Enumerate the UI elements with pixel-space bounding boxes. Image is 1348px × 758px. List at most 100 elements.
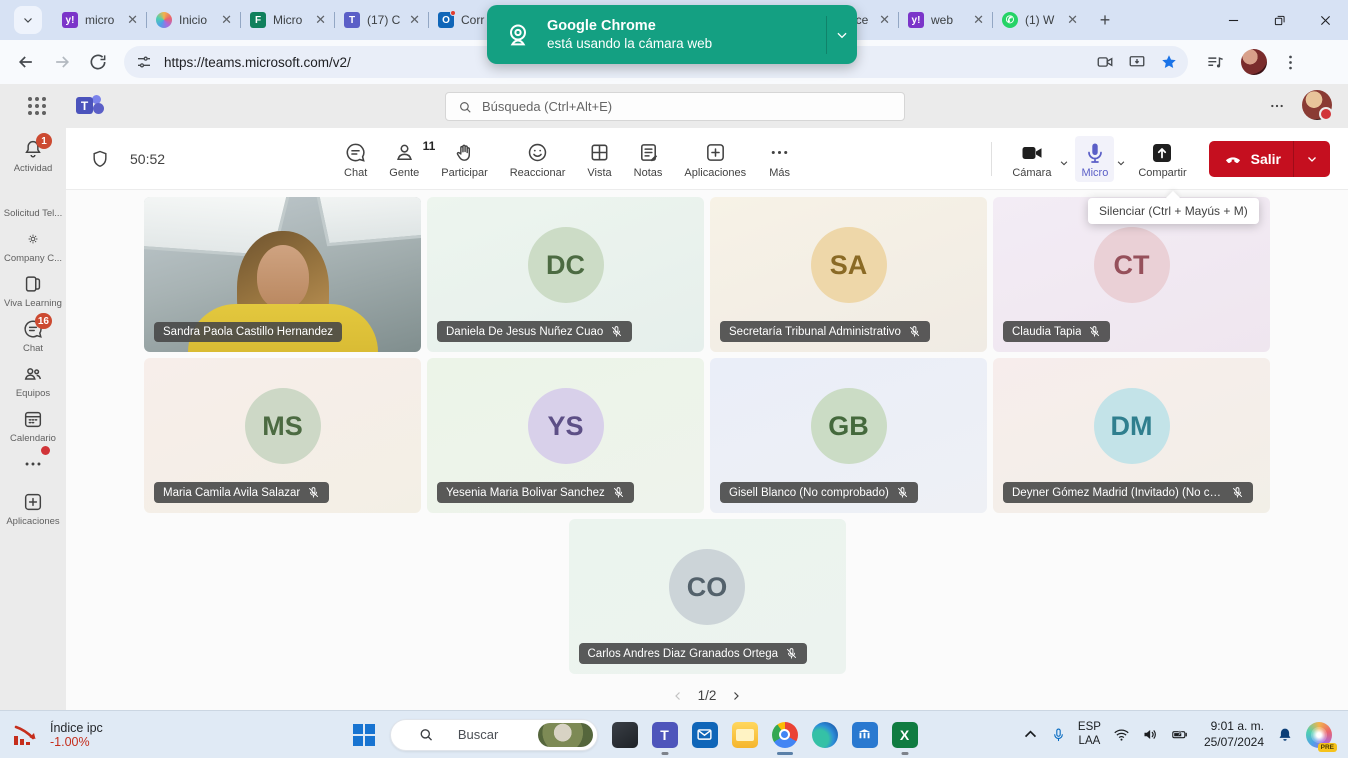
mic-button[interactable]: Micro	[1075, 136, 1114, 182]
sidebar-item-aplicaciones[interactable]: Aplicaciones	[0, 491, 66, 527]
participant-tile[interactable]: SASecretaría Tribunal Administrativo	[710, 197, 987, 352]
forward-icon[interactable]	[52, 52, 72, 72]
browser-menu-icon[interactable]	[1281, 53, 1300, 72]
gente-button[interactable]: 11Gente	[380, 135, 428, 183]
security-shield-icon[interactable]	[90, 149, 110, 169]
bookmark-star-icon[interactable]	[1160, 53, 1178, 71]
browser-profile-avatar[interactable]	[1241, 49, 1267, 75]
browser-tab[interactable]: ✆(1) W✕	[992, 3, 1086, 37]
sidebar-item-viva-learning[interactable]: Viva Learning	[0, 273, 66, 309]
participant-tile[interactable]: DCDaniela De Jesus Nuñez Cuao	[427, 197, 704, 352]
excel-taskbar-icon[interactable]: X	[891, 721, 918, 748]
sidebar-item-actividad[interactable]: 1Actividad	[0, 138, 66, 174]
participant-tile[interactable]: GBGisell Blanco (No comprobado)	[710, 358, 987, 513]
tab-search-button[interactable]	[14, 6, 42, 34]
participant-tile[interactable]: YSYesenia Maria Bolivar Sanchez	[427, 358, 704, 513]
notas-button[interactable]: Notas	[625, 135, 672, 183]
copilot-icon[interactable]: PRE	[1306, 722, 1332, 748]
teams-more-icon[interactable]	[1268, 98, 1286, 114]
teams-app-taskbar-icon[interactable]: T	[651, 721, 678, 748]
notification-message: está usando la cámara web	[547, 36, 826, 51]
participant-tile[interactable]: MSMaria Camila Avila Salazar	[144, 358, 421, 513]
tab-close-icon[interactable]: ✕	[971, 12, 986, 28]
edge-taskbar-icon[interactable]	[811, 721, 838, 748]
sidebar-item-company-c-[interactable]: Company C...	[0, 228, 66, 264]
battery-icon[interactable]	[1171, 726, 1188, 743]
window-close-button[interactable]	[1302, 0, 1348, 40]
leave-label: Salir	[1251, 151, 1281, 167]
clock[interactable]: 9:01 a. m. 25/07/2024	[1204, 719, 1264, 750]
reload-icon[interactable]	[88, 52, 108, 72]
outlook-app-taskbar-icon[interactable]	[691, 721, 718, 748]
browser-tab[interactable]: y!micro✕	[52, 3, 146, 37]
participar-button[interactable]: Participar	[432, 135, 496, 183]
sidebar-item-chat[interactable]: 16Chat	[0, 318, 66, 354]
mic-off-icon	[1088, 325, 1101, 338]
camera-options-icon[interactable]	[1059, 158, 1069, 168]
aplicaciones-button[interactable]: Aplicaciones	[675, 135, 755, 183]
notification-expand-button[interactable]	[827, 5, 857, 64]
search-highlight-image[interactable]	[538, 723, 593, 747]
sidebar-item-solicitud-tel-[interactable]: Solicitud Tel...	[0, 183, 66, 219]
mic-icon	[1083, 141, 1107, 165]
teams-search-input[interactable]: Búsqueda (Ctrl+Alt+E)	[445, 92, 905, 121]
reaccionar-button[interactable]: Reaccionar	[501, 135, 575, 183]
window-restore-button[interactable]	[1256, 0, 1302, 40]
folder-taskbar-icon[interactable]	[731, 721, 758, 748]
tab-close-icon[interactable]: ✕	[1065, 12, 1080, 28]
teams-profile-avatar[interactable]	[1302, 90, 1332, 120]
camera-in-use-icon[interactable]	[1096, 53, 1114, 71]
browser-tab[interactable]: FMicro✕	[240, 3, 334, 37]
window-minimize-button[interactable]	[1210, 0, 1256, 40]
notification-bell-icon[interactable]	[1276, 726, 1294, 744]
taskbar-search-input[interactable]: Buscar	[390, 719, 598, 751]
camera-button[interactable]: Cámara	[1006, 136, 1057, 182]
sidebar-item-calendario[interactable]: Calendario	[0, 408, 66, 444]
más-button[interactable]: Más	[759, 135, 800, 183]
sidebar-item-label: Calendario	[10, 433, 56, 444]
camera-notification[interactable]: Google Chrome está usando la cámara web	[487, 5, 857, 64]
participant-tile[interactable]: Sandra Paola Castillo Hernandez	[144, 197, 421, 352]
participant-tile[interactable]: COCarlos Andres Diaz Granados Ortega	[569, 519, 846, 674]
news-widget[interactable]: Índice ipc -1.00%	[12, 721, 202, 749]
wifi-icon[interactable]	[1113, 726, 1130, 743]
vista-button[interactable]: Vista	[578, 135, 620, 183]
browser-tab[interactable]: Inicio✕	[146, 3, 240, 37]
sidebar-item-more[interactable]	[0, 453, 66, 475]
tab-close-icon[interactable]: ✕	[219, 12, 234, 28]
leave-button[interactable]: Salir	[1209, 141, 1330, 177]
page-next-icon[interactable]	[730, 690, 742, 702]
mic-off-icon	[908, 325, 921, 338]
participant-initials-avatar: MS	[245, 388, 321, 464]
site-info-icon[interactable]	[136, 54, 152, 70]
dots-icon	[22, 453, 44, 475]
chrome-taskbar-icon[interactable]	[771, 721, 798, 748]
language-indicator[interactable]: ESP LAA	[1078, 721, 1101, 749]
tab-close-icon[interactable]: ✕	[125, 12, 140, 28]
chat-button[interactable]: Chat	[335, 135, 376, 183]
tab-close-icon[interactable]: ✕	[313, 12, 328, 28]
tray-expand-icon[interactable]	[1022, 726, 1039, 743]
tab-close-icon[interactable]: ✕	[877, 12, 892, 28]
app-launcher-icon[interactable]	[28, 97, 46, 115]
start-button[interactable]	[350, 721, 377, 748]
tab-title: (1) W	[1025, 13, 1058, 27]
back-icon[interactable]	[16, 52, 36, 72]
leave-options-icon[interactable]	[1306, 153, 1318, 165]
media-controls-icon[interactable]	[1206, 53, 1225, 72]
share-button[interactable]: Compartir	[1132, 136, 1192, 182]
page-prev-icon[interactable]	[672, 690, 684, 702]
volume-icon[interactable]	[1142, 726, 1159, 743]
dark-app-taskbar-icon[interactable]	[611, 721, 638, 748]
sidebar-item-equipos[interactable]: Equipos	[0, 363, 66, 399]
tray-mic-icon[interactable]	[1051, 726, 1066, 744]
participant-tile[interactable]: DMDeyner Gómez Madrid (Invitado) (No co.…	[993, 358, 1270, 513]
browser-tab[interactable]: y!web✕	[898, 3, 992, 37]
browser-tab[interactable]: T(17) C✕	[334, 3, 428, 37]
new-tab-button[interactable]: +	[1092, 7, 1118, 33]
mic-options-icon[interactable]	[1116, 158, 1126, 168]
tab-close-icon[interactable]: ✕	[407, 12, 422, 28]
install-app-icon[interactable]	[1128, 53, 1146, 71]
portal-app-taskbar-icon[interactable]	[851, 721, 878, 748]
smiley-icon	[526, 141, 549, 164]
